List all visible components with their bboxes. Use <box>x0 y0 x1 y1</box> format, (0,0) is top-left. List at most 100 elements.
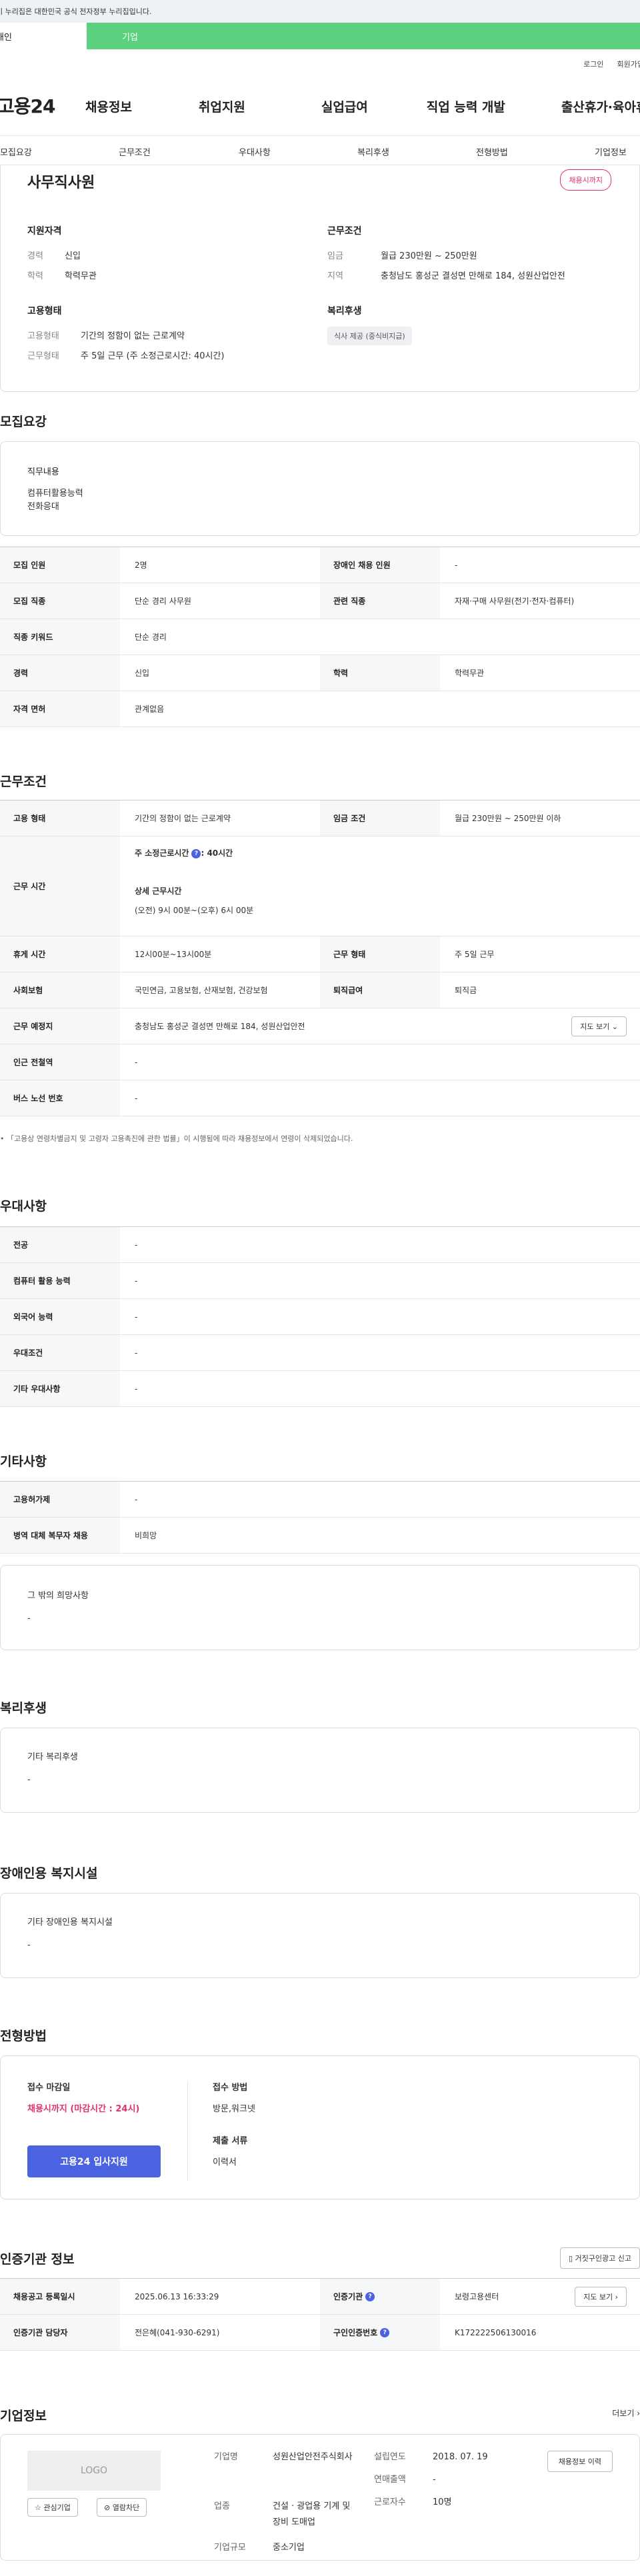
row-value: 단순 경리 사무원 <box>135 597 191 606</box>
work-table: 고용 형태 기간의 정함이 없는 근로계약 임금 조건 월급 230만원 ~ 2… <box>0 800 640 1116</box>
hiring-history-button[interactable]: 채용정보 이력 <box>547 2451 613 2472</box>
disabled-value: - <box>27 1940 31 1950</box>
row-label: 사회보험 <box>0 972 120 1008</box>
cond-heading: 근무조건 <box>327 226 362 237</box>
chevron-down-icon: ⌄ <box>611 1022 618 1031</box>
workplace-cell: 충청남도 홍성군 결성면 만해로 184, 성원산업안전 지도 보기 ⌄ <box>120 1008 640 1044</box>
row-label: 휴게 시간 <box>0 936 120 972</box>
row-label: 장애인 채용 인원 <box>320 547 440 583</box>
employees-label: 근로자수 <box>374 2497 406 2507</box>
chevron-right-icon: › <box>637 2409 640 2418</box>
map-view-button[interactable]: 지도 보기 ⌄ <box>571 1016 627 1036</box>
site-logo[interactable]: 고용24 <box>0 92 55 119</box>
summary-employ-type: 고용형태 기간의 정함이 없는 근로계약 <box>27 329 185 341</box>
table-row: 휴게 시간 12시00분~13시00분 근무 형태 주 5일 근무 <box>0 936 640 972</box>
report-false-ad-label: 거짓구인광고 신고 <box>575 2254 631 2263</box>
info-icon[interactable]: ? <box>380 2327 390 2337</box>
company-size-label: 기업규모 <box>214 2543 246 2553</box>
job-summary-card: 사무직사원 채용시까지 지원자격 경력 신입 학력 학력무관 근무조건 임금 월급 2… <box>0 165 640 392</box>
section-tabs: 모집요강 근무조건 우대사항 복리후생 전형방법 기업정보 <box>0 136 640 165</box>
duty-box: 직무내용 컴퓨터활용능력 전화응대 <box>0 441 640 536</box>
row-value: - <box>135 1057 138 1067</box>
tab-welfare[interactable]: 복리후생 <box>357 145 389 158</box>
table-row: 고용허가제 - <box>0 1482 640 1518</box>
welfare-heading: 기타 복리후생 <box>27 1752 78 1762</box>
report-false-ad-button[interactable]: ▯ 거짓구인광고 신고 <box>559 2247 640 2269</box>
company-size-value: 중소기업 <box>273 2543 305 2553</box>
table-row: 경력 신입 학력 학력무관 <box>0 655 640 691</box>
tab-recruit[interactable]: 모집요강 <box>0 145 32 158</box>
row-value: 관계없음 <box>135 704 165 714</box>
row-label: 관련 직종 <box>320 583 440 619</box>
education-value: 학력무관 <box>65 271 97 281</box>
more-link[interactable]: 더보기 › <box>612 2407 640 2419</box>
row-value: 2명 <box>135 561 147 570</box>
founded-label: 설립연도 <box>374 2452 406 2462</box>
favorite-company-button[interactable]: ☆ 관심기업 <box>27 2498 78 2517</box>
row-value: - <box>135 1093 138 1103</box>
agency-map-button[interactable]: 지도 보기 › <box>575 2286 627 2307</box>
apply-button[interactable]: 고용24 입사지원 <box>27 2145 161 2177</box>
table-row: 모집 인원 2명 장애인 채용 인원 - <box>0 547 640 583</box>
row-value: 국민연금, 고용보험, 산재보험, 건강보험 <box>135 986 268 995</box>
nav-unemployment-benefit[interactable]: 실업급여 <box>321 97 368 115</box>
extra-wish-box: 그 밖의 희망사항 - <box>0 1565 640 1650</box>
duty-line-1: 컴퓨터활용능력 <box>27 489 83 499</box>
duty-heading: 직무내용 <box>27 467 59 477</box>
tab-preferences[interactable]: 우대사항 <box>239 145 271 158</box>
row-label: 임금 조건 <box>320 800 440 836</box>
tab-company-info[interactable]: 기업정보 <box>595 145 627 158</box>
row-value: 월급 230만원 ~ 250만원 이하 <box>455 814 561 823</box>
table-row: 컴퓨터 활용 능력 - <box>0 1263 640 1299</box>
age-notice: • 「고용상 연령차별금지 및 고령자 고용촉진에 관한 법률」이 시행됨에 따… <box>0 1133 353 1144</box>
tab-company-label: 기업 <box>122 32 138 43</box>
row-value: - <box>135 1276 138 1286</box>
login-link[interactable]: 로그인 <box>583 59 603 69</box>
company-name-label: 기업명 <box>214 2452 238 2462</box>
row-label: 채용공고 등록일시 <box>0 2279 120 2314</box>
row-value: - <box>455 560 458 570</box>
disabled-heading: 기타 장애인용 복지시설 <box>27 1918 113 1928</box>
nav-employment-support[interactable]: 취업지원 <box>199 97 245 115</box>
detail-hours-label: 상세 근무시간 <box>135 886 182 896</box>
recruit-section-title: 모집요강 <box>0 415 47 429</box>
company-logo-placeholder: LOGO <box>27 2451 161 2491</box>
block-view-button[interactable]: ⊘ 열람차단 <box>97 2498 147 2517</box>
tab-work-conditions[interactable]: 근무조건 <box>119 145 151 158</box>
deadline-value: 채용시까지 (마감시간 : 24시) <box>27 2104 140 2114</box>
block-icon: ⊘ <box>104 2503 113 2512</box>
table-row: 병역 대체 복무자 채용 비희망 <box>0 1518 640 1554</box>
util-links: 로그인 회원가입 <box>583 59 640 69</box>
welfare-section-title: 복리후생 <box>0 1701 47 1716</box>
tab-company[interactable]: 기업 <box>87 23 173 49</box>
job-title: 사무직사원 <box>27 175 95 191</box>
signup-link[interactable]: 회원가입 <box>617 59 640 69</box>
table-row: 기타 우대사항 - <box>0 1371 640 1407</box>
tab-individual[interactable]: 개인 <box>0 23 87 49</box>
extra-wish-value: - <box>27 1614 31 1624</box>
row-label: 기타 우대사항 <box>0 1371 120 1406</box>
row-label: 우대조건 <box>0 1335 120 1370</box>
nav-vocational-training[interactable]: 직업 능력 개발 <box>427 97 505 115</box>
weekly-hours-label: 주 소정근로시간 <box>135 848 189 858</box>
etc-table: 고용허가제 - 병역 대체 복무자 채용 비희망 <box>0 1481 640 1554</box>
industry-label: 업종 <box>214 2501 230 2511</box>
nav-parental-leave[interactable]: 출산휴가·육아휴직 <box>561 97 640 115</box>
tab-process[interactable]: 전형방법 <box>476 145 508 158</box>
row-label: 인증기관 담당자 <box>0 2315 120 2350</box>
duty-line-2: 전화응대 <box>27 502 59 512</box>
welfare-box: 기타 복리후생 - <box>0 1728 640 1813</box>
education-label: 학력 <box>27 271 43 281</box>
row-label: 근무 예정지 <box>0 1008 120 1044</box>
row-value: 단순 경리 <box>135 633 167 642</box>
info-icon[interactable]: ? <box>365 2291 375 2301</box>
row-value: 비희망 <box>135 1531 157 1540</box>
gov-banner: 이 누리집은 대한민국 공식 전자정부 누리집입니다. <box>0 0 640 23</box>
work-form-label: 근무형태 <box>27 351 59 361</box>
nav-jobs[interactable]: 채용정보 <box>85 97 132 115</box>
docs-heading: 제출 서류 <box>213 2136 248 2146</box>
method-heading: 접수 방법 <box>213 2083 248 2093</box>
site-header: 로그인 회원가입 고용24 채용정보 취업지원 실업급여 직업 능력 개발 출산… <box>0 49 640 136</box>
row-label: 인증기관? <box>320 2279 440 2314</box>
info-icon[interactable]: ? <box>191 848 201 858</box>
